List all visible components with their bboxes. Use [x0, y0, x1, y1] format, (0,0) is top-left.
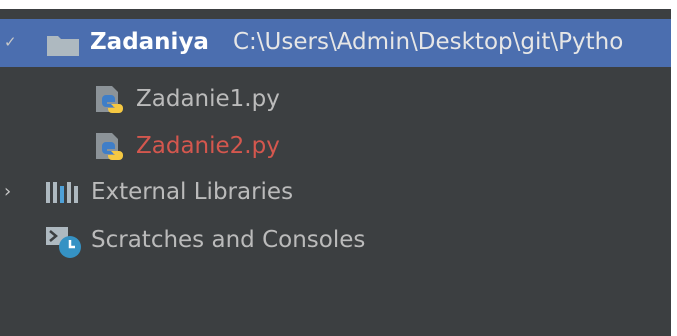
- python-file-icon: [96, 133, 123, 160]
- chevron-down-icon[interactable]: ✓: [4, 35, 17, 50]
- folder-icon: [47, 36, 79, 56]
- tree-item-project-root[interactable]: ✓ Zadaniya C:\Users\Admin\Desktop\git\Py…: [0, 19, 671, 67]
- tree-item-external-libraries[interactable]: › External Libraries: [0, 169, 671, 217]
- chevron-right-icon[interactable]: ›: [4, 183, 11, 201]
- project-path: C:\Users\Admin\Desktop\git\Pytho: [233, 29, 624, 55]
- libraries-icon: [46, 182, 78, 203]
- tree-item-scratches[interactable]: Scratches and Consoles: [0, 217, 671, 265]
- python-file-icon: [96, 86, 123, 113]
- external-libraries-label: External Libraries: [91, 179, 294, 205]
- scratches-label: Scratches and Consoles: [91, 227, 366, 253]
- file-name: Zadanie1.py: [136, 86, 280, 112]
- project-tree-panel: ✓ Zadaniya C:\Users\Admin\Desktop\git\Py…: [0, 9, 671, 336]
- project-name: Zadaniya: [90, 29, 209, 55]
- scratches-icon: [46, 227, 81, 258]
- tree-item-file[interactable]: Zadanie1.py: [0, 74, 671, 122]
- screenshot-frame: ✓ Zadaniya C:\Users\Admin\Desktop\git\Py…: [0, 0, 677, 336]
- tree-item-file[interactable]: Zadanie2.py: [0, 121, 671, 169]
- file-name-unversioned: Zadanie2.py: [136, 133, 280, 159]
